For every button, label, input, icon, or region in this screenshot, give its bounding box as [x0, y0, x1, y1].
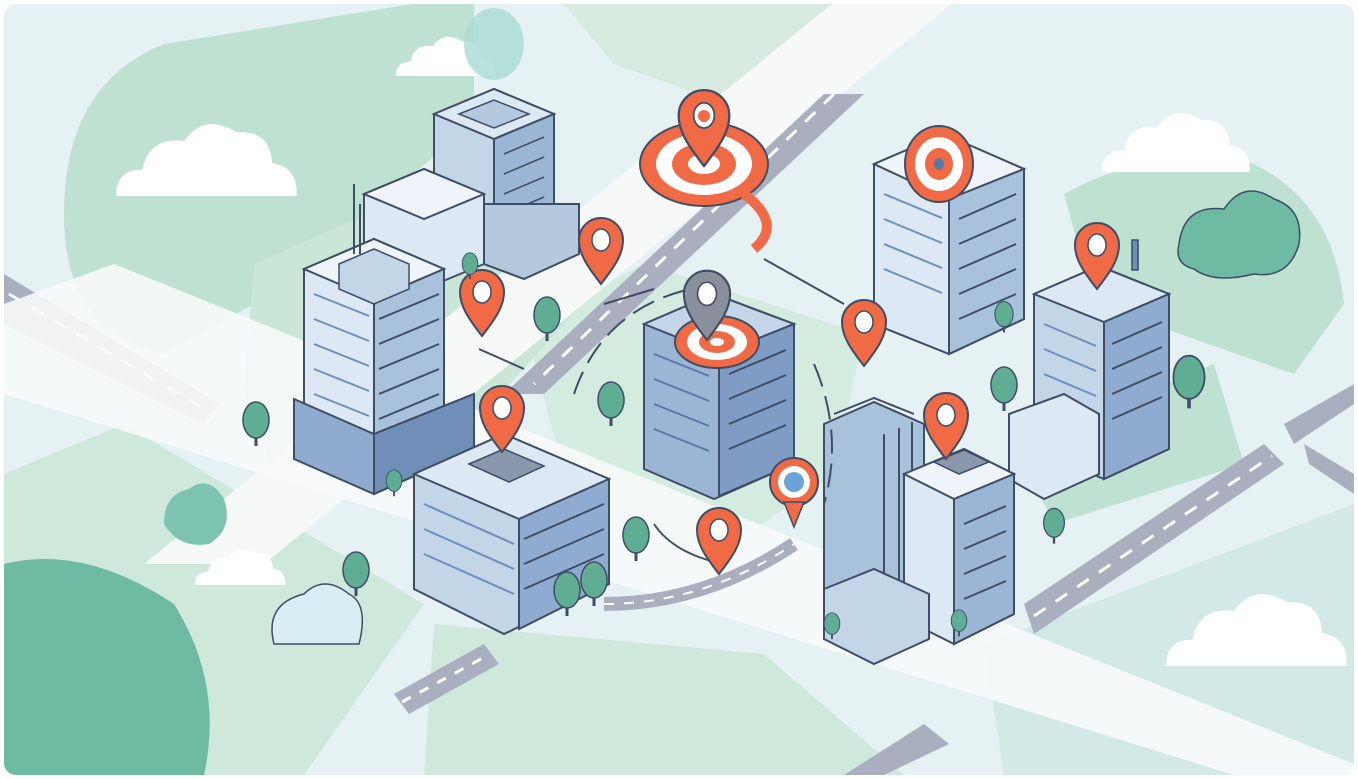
- city-map-illustration: [4, 4, 1354, 775]
- target-icon: [904, 125, 974, 203]
- isometric-city-scene: [4, 4, 1354, 775]
